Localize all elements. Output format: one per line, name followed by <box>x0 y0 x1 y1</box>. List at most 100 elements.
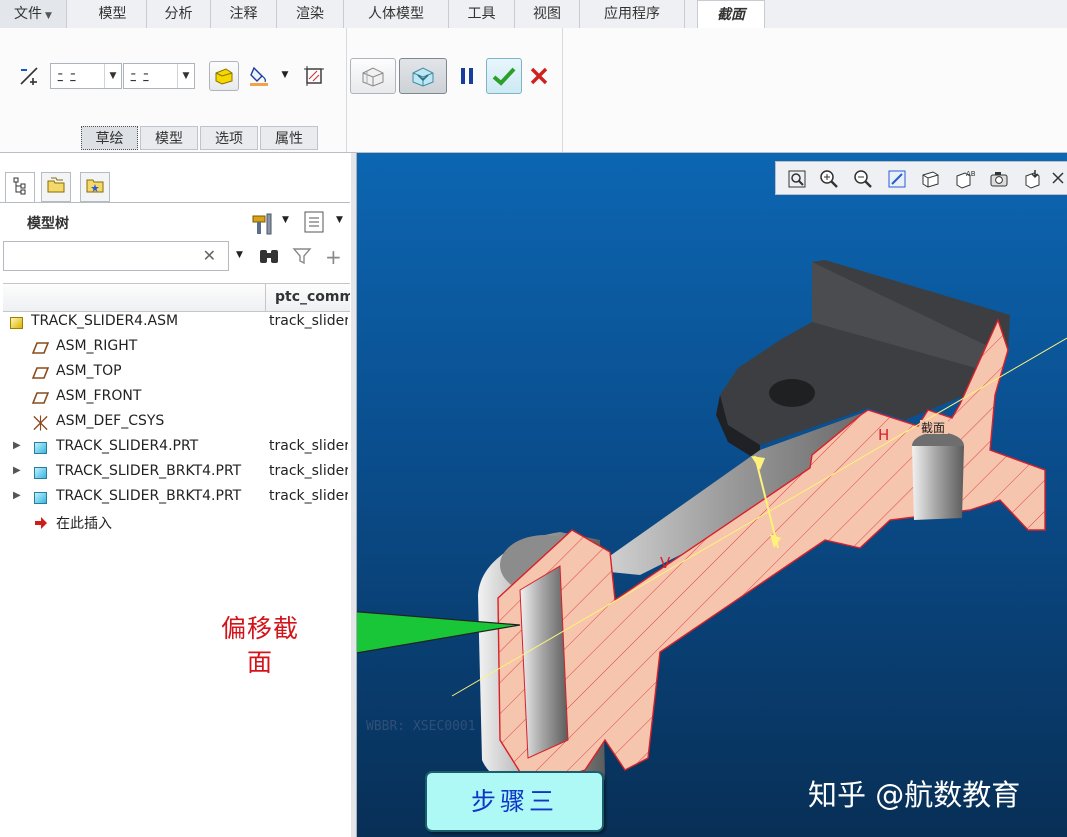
cancel-icon[interactable] <box>526 63 552 89</box>
settings-icon[interactable] <box>250 210 276 236</box>
tree-row[interactable]: ▶ TRACK_SLIDER4.PRT track_slider <box>0 435 350 460</box>
insert-here-icon <box>32 514 49 531</box>
find-icon[interactable] <box>258 246 280 270</box>
show-icon[interactable] <box>303 210 329 236</box>
search-input[interactable] <box>8 242 192 270</box>
chevron-down-icon[interactable]: ▼ <box>236 250 243 260</box>
tab-tools[interactable]: 工具 <box>449 0 515 28</box>
cap-color-icon[interactable] <box>244 61 274 91</box>
tab-render[interactable]: 渲染 <box>277 0 344 28</box>
tab-model-tree[interactable] <box>5 172 35 202</box>
subtab-options[interactable]: 选项 <box>200 126 258 150</box>
tab-annotate[interactable]: 注释 <box>211 0 277 28</box>
section-model-illustration: H V 截面 WBBR: XSEC0001 <box>357 260 1067 793</box>
preview-icon[interactable] <box>399 58 447 94</box>
tab-label: 人体模型 <box>368 6 424 22</box>
chevron-down-icon: ▼ <box>45 11 52 21</box>
tree-row-name: ASM_FRONT <box>56 388 142 404</box>
subtab-label: 草绘 <box>95 131 124 147</box>
tree-row[interactable]: TRACK_SLIDER4.ASM track_slider <box>0 310 350 335</box>
favorites-icon <box>85 176 105 198</box>
tree-row-name: 在此插入 <box>56 516 112 532</box>
h-plane-label: H <box>878 426 889 444</box>
tree-row[interactable]: 在此插入 <box>0 510 350 535</box>
tree-row-name: ASM_RIGHT <box>56 338 138 354</box>
tree-row-ptc-value: track_slider <box>269 313 348 329</box>
step-label: 步骤三 <box>470 787 558 816</box>
chevron-down-icon[interactable]: ▼ <box>278 68 292 82</box>
column-header-ptc[interactable]: ptc_comm <box>275 289 350 305</box>
tree-row-name: ASM_TOP <box>56 363 122 379</box>
datum-plane-icon <box>32 339 49 356</box>
filter-icon[interactable] <box>292 246 312 270</box>
part-icon <box>32 489 49 506</box>
chevron-down-icon[interactable]: ▼ <box>336 215 343 225</box>
section-options-group: ﾆ ﾆ ▼ ﾆ ﾆ ▼ ▼ 草绘 模型 选项 属性 <box>0 28 347 152</box>
offset-value-combo[interactable]: ﾆ ﾆ ▼ <box>123 63 195 89</box>
combo-value: ﾆ ﾆ <box>57 70 78 86</box>
expand-icon[interactable]: ▶ <box>13 440 21 451</box>
expand-icon[interactable]: ▶ <box>13 490 21 501</box>
model-tree-search[interactable]: ✕ <box>3 241 229 271</box>
callout-text: 偏移截面 <box>205 612 315 680</box>
part-icon <box>32 464 49 481</box>
flip-icon[interactable] <box>209 61 239 91</box>
section-control-group <box>346 28 563 152</box>
step-label-box: 步骤三 <box>425 771 604 832</box>
tree-row-name: ASM_DEF_CSYS <box>56 413 165 429</box>
tab-folder-browser[interactable] <box>41 172 71 202</box>
ribbon-panel: ﾆ ﾆ ▼ ﾆ ﾆ ▼ ▼ 草绘 模型 选项 属性 <box>0 28 1067 153</box>
expand-icon[interactable]: ▶ <box>13 465 21 476</box>
clip-display-icon[interactable] <box>350 58 396 94</box>
tree-row[interactable]: ASM_RIGHT <box>0 335 350 360</box>
callout-line-2: 面 <box>246 648 273 677</box>
tab-file[interactable]: 文件 ▼ <box>0 0 67 28</box>
tab-applications[interactable]: 应用程序 <box>580 0 685 28</box>
tree-row-name: TRACK_SLIDER4.ASM <box>31 313 179 329</box>
ok-icon[interactable] <box>486 58 522 94</box>
section-tag-label: 截面 <box>921 421 945 435</box>
pause-icon[interactable] <box>454 63 480 89</box>
tree-row[interactable]: ▶ TRACK_SLIDER_BRKT4.PRT track_slider <box>0 485 350 510</box>
chevron-down-icon[interactable]: ▼ <box>104 64 121 88</box>
tab-analysis[interactable]: 分析 <box>147 0 211 28</box>
panel-scrollbar[interactable] <box>351 153 356 837</box>
divider <box>0 202 350 203</box>
tree-row[interactable]: ASM_FRONT <box>0 385 350 410</box>
csys-icon <box>32 414 49 431</box>
subtab-model[interactable]: 模型 <box>140 126 198 150</box>
tree-row-ptc-value: track_slider <box>269 438 348 454</box>
column-separator[interactable] <box>265 284 266 311</box>
tab-model[interactable]: 模型 <box>79 0 147 28</box>
section-name-label: WBBR: XSEC0001 <box>366 719 476 734</box>
tab-view[interactable]: 视图 <box>515 0 580 28</box>
offset-distance-icon[interactable] <box>16 63 42 89</box>
part-icon <box>32 439 49 456</box>
tab-section[interactable]: 截面 <box>697 0 765 29</box>
tab-label: 模型 <box>98 6 127 22</box>
callout-line-1: 偏移截 <box>220 614 299 643</box>
offset-reference-combo[interactable]: ﾆ ﾆ ▼ <box>50 63 122 89</box>
tab-manikin[interactable]: 人体模型 <box>344 0 449 28</box>
close-icon[interactable]: ✕ <box>203 246 216 265</box>
tree-row[interactable]: ASM_TOP <box>0 360 350 385</box>
tree-row[interactable]: ASM_DEF_CSYS <box>0 410 350 435</box>
chevron-down-icon[interactable]: ▼ <box>177 64 194 88</box>
chevron-down-icon[interactable]: ▼ <box>282 215 289 225</box>
tree-row-ptc-value: track_slider <box>269 488 348 504</box>
tab-label: 视图 <box>533 6 561 22</box>
subtab-label: 选项 <box>215 131 243 147</box>
tab-favorites[interactable] <box>80 172 110 202</box>
subtab-label: 属性 <box>275 131 303 147</box>
graphics-viewport[interactable]: AB H V 截面 WBBR: XSEC0001 <box>357 153 1067 837</box>
tree-column-header: ptc_comm <box>3 283 350 312</box>
tab-file-label: 文件 <box>14 6 43 22</box>
tree-row-name: TRACK_SLIDER_BRKT4.PRT <box>56 488 242 504</box>
tree-row[interactable]: ▶ TRACK_SLIDER_BRKT4.PRT track_slider <box>0 460 350 485</box>
model-tree-icon <box>13 177 27 199</box>
hatch-icon[interactable] <box>299 61 329 91</box>
subtab-sketch[interactable]: 草绘 <box>81 126 138 150</box>
subtab-properties[interactable]: 属性 <box>260 126 318 150</box>
add-icon[interactable]: + <box>325 245 342 269</box>
ribbon-tab-bar: 文件 ▼ 模型 分析 注释 渲染 人体模型 工具 视图 应用程序 截面 <box>0 0 1067 29</box>
